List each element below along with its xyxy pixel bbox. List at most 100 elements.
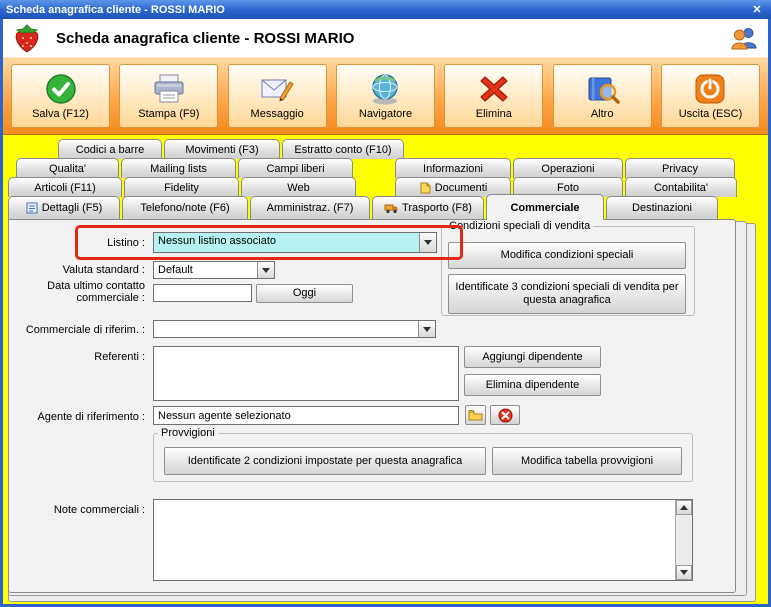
agente-input[interactable] bbox=[153, 406, 459, 425]
tab-web[interactable]: Web bbox=[241, 177, 356, 197]
tab-label: Operazioni bbox=[541, 162, 595, 175]
folder-icon bbox=[468, 410, 483, 421]
other-button[interactable]: Altro bbox=[552, 64, 652, 128]
tab-articoli[interactable]: Articoli (F11) bbox=[8, 177, 122, 197]
tab-codici-a-barre[interactable]: Codici a barre bbox=[58, 139, 162, 159]
condizioni-speciali-group: Condizioni speciali di vendita Modifica … bbox=[441, 220, 695, 316]
note-field bbox=[153, 499, 693, 581]
tab-row-2: Qualita' Mailing lists Campi liberi Info… bbox=[16, 158, 735, 178]
scroll-down-icon[interactable] bbox=[676, 565, 692, 580]
tab-fidelity[interactable]: Fidelity bbox=[124, 177, 239, 197]
window-title: Scheda anagrafica cliente - ROSSI MARIO bbox=[6, 3, 225, 16]
message-button[interactable]: Messaggio bbox=[227, 64, 327, 128]
printer-icon bbox=[154, 74, 184, 103]
agente-folder-button[interactable] bbox=[465, 405, 486, 425]
tab-amministraz[interactable]: Amministraz. (F7) bbox=[250, 196, 370, 219]
tab-label: Commerciale bbox=[510, 201, 580, 214]
tab-telefono-note[interactable]: Telefono/note (F6) bbox=[122, 196, 248, 219]
note-scrollbar[interactable] bbox=[675, 500, 692, 580]
exit-power-icon bbox=[695, 74, 725, 104]
condizioni-speciali-title: Condizioni speciali di vendita bbox=[449, 220, 591, 232]
tab-label: Destinazioni bbox=[632, 202, 692, 214]
tab-row-4: Dettagli (F5) Telefono/note (F6) Amminis… bbox=[8, 194, 718, 220]
tab-qualita[interactable]: Qualita' bbox=[16, 158, 119, 178]
commerciale-riferim-dropdown[interactable] bbox=[153, 320, 436, 338]
tab-label: Informazioni bbox=[423, 162, 483, 175]
delete-button[interactable]: Elimina bbox=[444, 64, 544, 128]
condizioni-info-button[interactable]: Identificate 3 condizioni speciali di ve… bbox=[448, 274, 686, 314]
tab-label: Articoli (F11) bbox=[34, 181, 96, 194]
close-button[interactable]: ✕ bbox=[749, 3, 765, 16]
provvigioni-info-button[interactable]: Identificate 2 condizioni impostate per … bbox=[164, 447, 486, 475]
valuta-label: Valuta standard : bbox=[62, 264, 145, 276]
aggiungi-dipendente-button[interactable]: Aggiungi dipendente bbox=[464, 346, 601, 368]
referenti-label: Referenti : bbox=[94, 351, 145, 363]
save-check-icon bbox=[45, 74, 76, 104]
elimina-dipendente-button[interactable]: Elimina dipendente bbox=[464, 374, 601, 396]
navigator-button[interactable]: Navigatore bbox=[335, 64, 435, 128]
tab-label: Campi liberi bbox=[266, 162, 325, 175]
message-icon bbox=[261, 79, 294, 102]
tab-label: Amministraz. (F7) bbox=[266, 202, 354, 214]
chevron-down-icon[interactable] bbox=[419, 233, 436, 252]
save-label: Salva (F12) bbox=[32, 108, 89, 120]
provvigioni-title: Provvigioni bbox=[161, 427, 215, 439]
oggi-button[interactable]: Oggi bbox=[256, 284, 353, 303]
modifica-condizioni-button[interactable]: Modifica condizioni speciali bbox=[448, 242, 686, 269]
commerciale-riferim-value bbox=[154, 321, 418, 337]
strawberry-icon bbox=[15, 24, 39, 53]
tab-label: Contabilita' bbox=[653, 181, 709, 194]
chevron-down-icon[interactable] bbox=[257, 262, 274, 278]
navigator-globe-icon bbox=[372, 74, 399, 105]
message-label: Messaggio bbox=[250, 108, 304, 120]
page-title: Scheda anagrafica cliente - ROSSI MARIO bbox=[56, 29, 355, 47]
tab-movimenti[interactable]: Movimenti (F3) bbox=[164, 139, 280, 159]
print-button[interactable]: Stampa (F9) bbox=[119, 64, 219, 128]
remove-circle-icon bbox=[498, 408, 512, 422]
listino-value: Nessun listino associato bbox=[158, 235, 277, 247]
valuta-dropdown[interactable]: Default bbox=[153, 261, 275, 279]
agente-remove-button[interactable] bbox=[490, 405, 520, 425]
tab-label: Privacy bbox=[661, 162, 699, 175]
document-icon bbox=[420, 182, 431, 193]
header-bar: Scheda anagrafica cliente - ROSSI MARIO bbox=[3, 19, 768, 57]
scroll-up-icon[interactable] bbox=[676, 500, 692, 515]
referenti-textarea[interactable] bbox=[153, 346, 459, 401]
valuta-value: Default bbox=[158, 264, 193, 276]
provvigioni-group: Provvigioni Identificate 2 condizioni im… bbox=[153, 427, 693, 482]
tab-trasporto[interactable]: Trasporto (F8) bbox=[372, 196, 484, 219]
book-search-icon bbox=[588, 77, 620, 104]
listino-dropdown[interactable]: Nessun listino associato bbox=[153, 232, 437, 253]
tab-informazioni[interactable]: Informazioni bbox=[395, 158, 511, 178]
tab-label: Mailing lists bbox=[150, 162, 207, 175]
tab-contabilita[interactable]: Contabilita' bbox=[625, 177, 737, 197]
tab-label: Foto bbox=[556, 181, 579, 194]
tab-destinazioni[interactable]: Destinazioni bbox=[606, 196, 718, 219]
tab-commerciale[interactable]: Commerciale bbox=[486, 194, 604, 220]
tab-label: Movimenti (F3) bbox=[185, 143, 259, 156]
delete-x-icon bbox=[480, 76, 508, 102]
note-textarea[interactable] bbox=[154, 500, 675, 580]
users-icon[interactable] bbox=[730, 26, 758, 50]
tab-campi-liberi[interactable]: Campi liberi bbox=[238, 158, 353, 178]
customer-record-window: Scheda anagrafica cliente - ROSSI MARIO … bbox=[0, 0, 771, 607]
tab-privacy[interactable]: Privacy bbox=[625, 158, 735, 178]
modifica-provvigioni-button[interactable]: Modifica tabella provvigioni bbox=[492, 447, 682, 475]
commerciale-riferim-label: Commerciale di riferim. : bbox=[25, 324, 145, 336]
tab-dettagli[interactable]: Dettagli (F5) bbox=[8, 196, 120, 219]
tab-operazioni[interactable]: Operazioni bbox=[513, 158, 623, 178]
tab-label: Dettagli (F5) bbox=[41, 202, 103, 214]
tab-label: Fidelity bbox=[164, 181, 199, 194]
delete-label: Elimina bbox=[475, 108, 512, 120]
listino-label: Listino : bbox=[107, 237, 145, 249]
main-toolbar: Salva (F12) Stampa (F9) Messaggio Naviga… bbox=[3, 57, 768, 135]
exit-button[interactable]: Uscita (ESC) bbox=[660, 64, 760, 128]
chevron-down-icon[interactable] bbox=[418, 321, 435, 337]
tab-mailing-lists[interactable]: Mailing lists bbox=[121, 158, 236, 178]
agente-label: Agente di riferimento : bbox=[37, 411, 145, 423]
tab-row-3: Articoli (F11) Fidelity Web Documenti Fo… bbox=[8, 177, 737, 197]
tab-estratto-conto[interactable]: Estratto conto (F10) bbox=[282, 139, 404, 159]
data-contatto-label: Data ultimo contatto commerciale : bbox=[47, 280, 145, 304]
data-contatto-input[interactable] bbox=[153, 284, 252, 302]
save-button[interactable]: Salva (F12) bbox=[11, 64, 110, 128]
